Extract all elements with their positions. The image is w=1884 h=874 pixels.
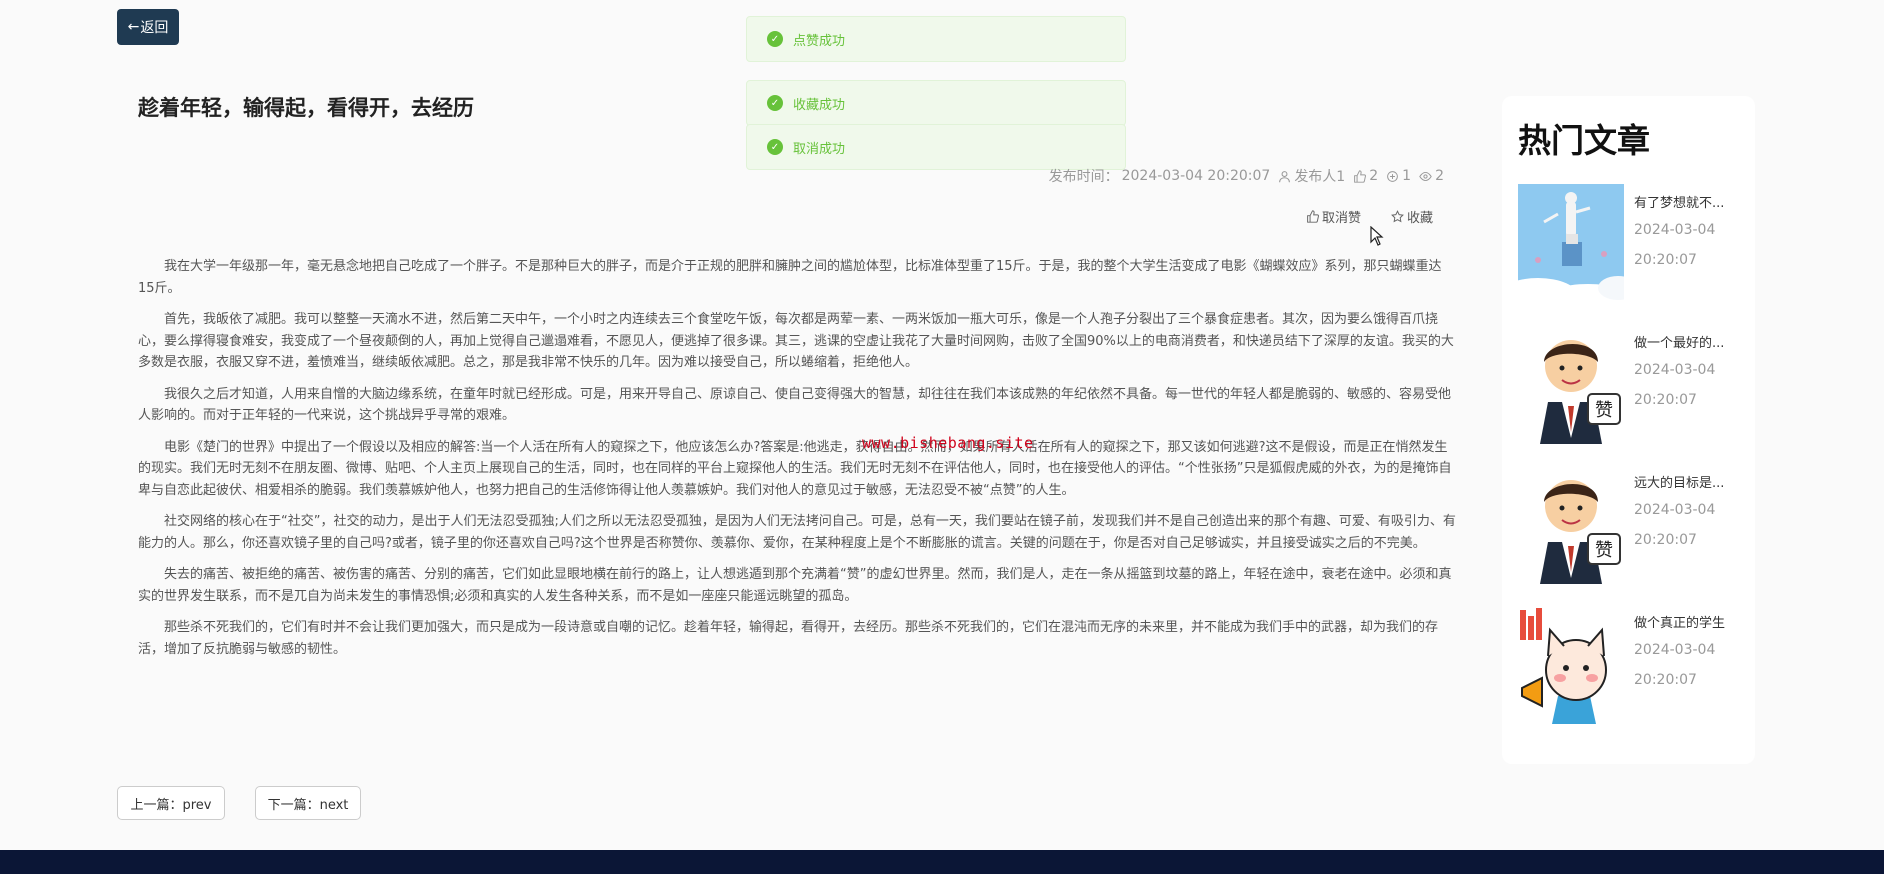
article-thumbnail: [1518, 604, 1624, 724]
article-thumbnail: 赞: [1518, 464, 1624, 584]
hot-article-title: 远大的目标是...: [1634, 476, 1725, 491]
hot-article-date: 2024-03-04: [1634, 362, 1716, 378]
eye-icon: [1419, 171, 1432, 181]
paragraph: 我很久之后才知道，人用来自憎的大脑边缘系统，在童年时就已经形成。可是，用来开导自…: [138, 386, 1452, 424]
article-title: 趁着年轻，输得起，看得开，去经历: [138, 96, 474, 120]
hot-article-time: 20:20:07: [1634, 532, 1697, 548]
collect-count: 1: [1386, 168, 1411, 184]
toast-text: 取消成功: [793, 141, 846, 157]
hot-article-item[interactable]: 赞 远大的目标是... 2024-03-04 20:20:07: [1518, 464, 1748, 584]
paragraph: 那些杀不死我们的，它们有时并不会让我们更加强大，而只是成为一段诗意或自嘲的记忆。…: [138, 620, 1439, 657]
hot-article-time: 20:20:07: [1634, 252, 1697, 268]
footer: [0, 850, 1884, 874]
view-count: 2: [1419, 168, 1444, 184]
check-circle-icon: ✓: [767, 95, 783, 111]
article-thumbnail: 赞: [1518, 324, 1624, 444]
user-icon: [1279, 170, 1291, 182]
like-count: 2: [1353, 168, 1378, 184]
toast-like-success: ✓ 点赞成功: [746, 16, 1126, 62]
hot-article-item[interactable]: 有了梦想就不... 2024-03-04 20:20:07: [1518, 184, 1748, 304]
svg-text:赞: 赞: [1595, 400, 1613, 421]
hot-article-time: 20:20:07: [1634, 672, 1697, 688]
toast-cancel-success: ✓ 取消成功: [746, 124, 1126, 170]
paragraph: 失去的痛苦、被拒绝的痛苦、被伤害的痛苦、分别的痛苦，它们如此显眼地横在前行的路上…: [138, 567, 1452, 604]
article-actions: 取消赞 收藏: [1306, 207, 1433, 226]
paragraph: 电影《楚门的世界》中提出了一个假设以及相应的解答:当一个人活在所有人的窥探之下，…: [138, 439, 1452, 498]
arrow-left-icon: ←: [127, 19, 140, 35]
hot-article-date: 2024-03-04: [1634, 502, 1716, 518]
back-label: 返回: [140, 20, 169, 36]
thumb-up-icon: [1354, 169, 1367, 183]
toast-text: 点赞成功: [793, 33, 846, 49]
hot-article-title: 做一个最好的...: [1634, 336, 1725, 351]
star-icon: [1391, 210, 1404, 223]
back-button[interactable]: ← 返回: [117, 9, 179, 45]
prev-article-button[interactable]: 上一篇：prev: [117, 786, 225, 820]
hot-article-date: 2024-03-04: [1634, 642, 1716, 658]
publish-time: 发布时间： 2024-03-04 20:20:07: [1048, 168, 1271, 185]
svg-text:赞: 赞: [1595, 540, 1613, 561]
paragraph: 社交网络的核心在于“社交”，社交的动力，是出于人们无法忍受孤独;人们之所以无法忍…: [138, 514, 1456, 551]
hot-article-title: 做个真正的学生: [1634, 616, 1726, 631]
paragraph: 我在大学一年级那一年，毫无悬念地把自己吃成了一个胖子。不是那种巨大的胖子，而是介…: [138, 259, 1442, 296]
author: 发布人1: [1278, 166, 1345, 186]
collect-icon: [1387, 170, 1399, 182]
unlike-button[interactable]: 取消赞: [1306, 207, 1361, 226]
sidebar-title: 热门文章: [1518, 121, 1650, 160]
thumb-up-icon: [1307, 210, 1319, 223]
article-meta: 发布时间： 2024-03-04 20:20:07 发布人1 2 1 2: [1049, 166, 1444, 186]
article-thumbnail: [1518, 184, 1624, 304]
hot-article-title: 有了梦想就不...: [1634, 196, 1725, 211]
hot-article-item[interactable]: 做个真正的学生 2024-03-04 20:20:07: [1518, 604, 1748, 724]
watermark: www.bishebang.site: [862, 434, 1034, 452]
paragraph: 首先，我皈依了减肥。我可以整整一天滴水不进，然后第二天中午，一个小时之内连续去三…: [138, 312, 1454, 370]
next-article-button[interactable]: 下一篇：next: [255, 786, 361, 820]
hot-article-date: 2024-03-04: [1634, 222, 1716, 238]
hot-articles-sidebar: 热门文章 有了梦想就不... 2024-03-04 20:20:07 赞 做一个…: [1502, 96, 1755, 764]
check-circle-icon: ✓: [767, 31, 783, 47]
mouse-cursor-icon: [1370, 226, 1384, 246]
toast-text: 收藏成功: [793, 97, 846, 113]
collect-button[interactable]: 收藏: [1391, 207, 1433, 226]
check-circle-icon: ✓: [767, 139, 783, 155]
hot-article-time: 20:20:07: [1634, 392, 1697, 408]
hot-article-item[interactable]: 赞 做一个最好的... 2024-03-04 20:20:07: [1518, 324, 1748, 444]
toast-collect-success: ✓ 收藏成功: [746, 80, 1126, 126]
article-content: 我在大学一年级那一年，毫无悬念地把自己吃成了一个胖子。不是那种巨大的胖子，而是介…: [138, 256, 1458, 670]
